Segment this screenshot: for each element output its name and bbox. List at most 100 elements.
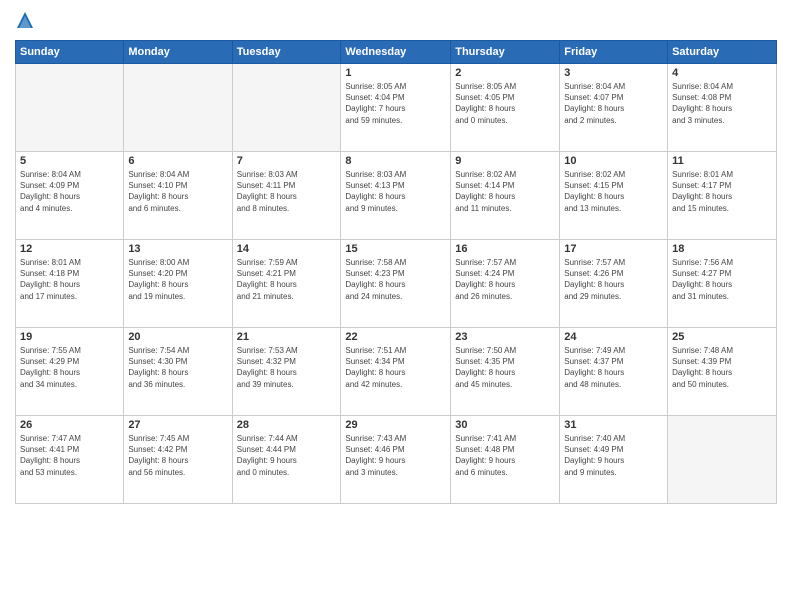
- day-info: Sunrise: 7:40 AMSunset: 4:49 PMDaylight:…: [564, 433, 663, 478]
- day-number: 27: [128, 419, 227, 431]
- day-number: 1: [345, 67, 446, 79]
- day-number: 18: [672, 243, 772, 255]
- weekday-header-saturday: Saturday: [668, 41, 777, 64]
- day-number: 7: [237, 155, 337, 167]
- day-cell: 1 Sunrise: 8:05 AMSunset: 4:04 PMDaylight…: [341, 64, 451, 152]
- day-number: 20: [128, 331, 227, 343]
- day-number: 17: [564, 243, 663, 255]
- day-cell: 25 Sunrise: 7:48 AMSunset: 4:39 PMDayligh…: [668, 328, 777, 416]
- day-info: Sunrise: 8:05 AMSunset: 4:05 PMDaylight:…: [455, 81, 555, 126]
- page: SundayMondayTuesdayWednesdayThursdayFrid…: [0, 0, 792, 612]
- day-info: Sunrise: 8:03 AMSunset: 4:11 PMDaylight:…: [237, 169, 337, 214]
- day-cell: 6 Sunrise: 8:04 AMSunset: 4:10 PMDaylight…: [124, 152, 232, 240]
- weekday-header-friday: Friday: [560, 41, 668, 64]
- day-number: 12: [20, 243, 119, 255]
- day-cell: 30 Sunrise: 7:41 AMSunset: 4:48 PMDayligh…: [451, 416, 560, 504]
- logo-icon: [15, 10, 35, 32]
- day-number: 21: [237, 331, 337, 343]
- day-number: 14: [237, 243, 337, 255]
- day-number: 22: [345, 331, 446, 343]
- day-info: Sunrise: 7:51 AMSunset: 4:34 PMDaylight:…: [345, 345, 446, 390]
- day-cell: 13 Sunrise: 8:00 AMSunset: 4:20 PMDayligh…: [124, 240, 232, 328]
- day-info: Sunrise: 7:56 AMSunset: 4:27 PMDaylight:…: [672, 257, 772, 302]
- day-info: Sunrise: 7:41 AMSunset: 4:48 PMDaylight:…: [455, 433, 555, 478]
- day-cell: 29 Sunrise: 7:43 AMSunset: 4:46 PMDayligh…: [341, 416, 451, 504]
- day-number: 16: [455, 243, 555, 255]
- day-cell: 3Sunrise: 8:04 AMSunset: 4:07 PMDaylight…: [560, 64, 668, 152]
- day-info: Sunrise: 7:43 AMSunset: 4:46 PMDaylight:…: [345, 433, 446, 478]
- day-info: Sunrise: 8:04 AMSunset: 4:10 PMDaylight:…: [128, 169, 227, 214]
- day-info: Sunrise: 7:54 AMSunset: 4:30 PMDaylight:…: [128, 345, 227, 390]
- day-info: Sunrise: 7:53 AMSunset: 4:32 PMDaylight:…: [237, 345, 337, 390]
- day-number: 24: [564, 331, 663, 343]
- day-info: Sunrise: 7:48 AMSunset: 4:39 PMDaylight:…: [672, 345, 772, 390]
- day-cell: [124, 64, 232, 152]
- day-info: Sunrise: 8:04 AMSunset: 4:08 PMDaylight:…: [672, 81, 772, 126]
- day-cell: 5Sunrise: 8:04 AMSunset: 4:09 PMDaylight…: [16, 152, 124, 240]
- day-cell: [232, 64, 341, 152]
- day-number: 28: [237, 419, 337, 431]
- day-number: 2: [455, 67, 555, 79]
- day-info: Sunrise: 8:04 AMSunset: 4:09 PMDaylight:…: [20, 169, 119, 214]
- day-info: Sunrise: 7:49 AMSunset: 4:37 PMDaylight:…: [564, 345, 663, 390]
- week-row-2: 5Sunrise: 8:04 AMSunset: 4:09 PMDaylight…: [16, 152, 777, 240]
- day-info: Sunrise: 8:01 AMSunset: 4:18 PMDaylight:…: [20, 257, 119, 302]
- weekday-header-thursday: Thursday: [451, 41, 560, 64]
- week-row-3: 12 Sunrise: 8:01 AMSunset: 4:18 PMDayligh…: [16, 240, 777, 328]
- day-cell: 22 Sunrise: 7:51 AMSunset: 4:34 PMDayligh…: [341, 328, 451, 416]
- day-info: Sunrise: 8:02 AMSunset: 4:14 PMDaylight:…: [455, 169, 555, 214]
- day-number: 25: [672, 331, 772, 343]
- day-number: 4: [672, 67, 772, 79]
- day-cell: 15 Sunrise: 7:58 AMSunset: 4:23 PMDayligh…: [341, 240, 451, 328]
- day-cell: 4 Sunrise: 8:04 AMSunset: 4:08 PMDaylight…: [668, 64, 777, 152]
- day-cell: 16 Sunrise: 7:57 AMSunset: 4:24 PMDayligh…: [451, 240, 560, 328]
- day-number: 23: [455, 331, 555, 343]
- day-cell: 21 Sunrise: 7:53 AMSunset: 4:32 PMDayligh…: [232, 328, 341, 416]
- weekday-header-row: SundayMondayTuesdayWednesdayThursdayFrid…: [16, 41, 777, 64]
- week-row-1: 1 Sunrise: 8:05 AMSunset: 4:04 PMDaylight…: [16, 64, 777, 152]
- day-cell: [16, 64, 124, 152]
- day-cell: 18 Sunrise: 7:56 AMSunset: 4:27 PMDayligh…: [668, 240, 777, 328]
- day-cell: 27 Sunrise: 7:45 AMSunset: 4:42 PMDayligh…: [124, 416, 232, 504]
- calendar: SundayMondayTuesdayWednesdayThursdayFrid…: [15, 40, 777, 504]
- day-number: 10: [564, 155, 663, 167]
- day-number: 30: [455, 419, 555, 431]
- day-info: Sunrise: 8:03 AMSunset: 4:13 PMDaylight:…: [345, 169, 446, 214]
- day-info: Sunrise: 7:57 AMSunset: 4:24 PMDaylight:…: [455, 257, 555, 302]
- day-number: 11: [672, 155, 772, 167]
- day-number: 29: [345, 419, 446, 431]
- day-number: 9: [455, 155, 555, 167]
- day-number: 13: [128, 243, 227, 255]
- day-cell: 2 Sunrise: 8:05 AMSunset: 4:05 PMDaylight…: [451, 64, 560, 152]
- day-cell: 11Sunrise: 8:01 AMSunset: 4:17 PMDayligh…: [668, 152, 777, 240]
- week-row-4: 19 Sunrise: 7:55 AMSunset: 4:29 PMDayligh…: [16, 328, 777, 416]
- day-cell: 12 Sunrise: 8:01 AMSunset: 4:18 PMDayligh…: [16, 240, 124, 328]
- day-cell: 10Sunrise: 8:02 AMSunset: 4:15 PMDayligh…: [560, 152, 668, 240]
- day-number: 26: [20, 419, 119, 431]
- day-cell: 20 Sunrise: 7:54 AMSunset: 4:30 PMDayligh…: [124, 328, 232, 416]
- day-info: Sunrise: 7:58 AMSunset: 4:23 PMDaylight:…: [345, 257, 446, 302]
- day-number: 31: [564, 419, 663, 431]
- day-cell: 19 Sunrise: 7:55 AMSunset: 4:29 PMDayligh…: [16, 328, 124, 416]
- day-cell: [668, 416, 777, 504]
- day-cell: 23 Sunrise: 7:50 AMSunset: 4:35 PMDayligh…: [451, 328, 560, 416]
- day-number: 19: [20, 331, 119, 343]
- day-info: Sunrise: 7:50 AMSunset: 4:35 PMDaylight:…: [455, 345, 555, 390]
- day-info: Sunrise: 7:45 AMSunset: 4:42 PMDaylight:…: [128, 433, 227, 478]
- weekday-header-sunday: Sunday: [16, 41, 124, 64]
- day-number: 15: [345, 243, 446, 255]
- day-info: Sunrise: 7:55 AMSunset: 4:29 PMDaylight:…: [20, 345, 119, 390]
- week-row-5: 26Sunrise: 7:47 AMSunset: 4:41 PMDayligh…: [16, 416, 777, 504]
- day-cell: 14Sunrise: 7:59 AMSunset: 4:21 PMDayligh…: [232, 240, 341, 328]
- day-cell: 17Sunrise: 7:57 AMSunset: 4:26 PMDayligh…: [560, 240, 668, 328]
- logo: [15, 10, 39, 32]
- day-cell: 28 Sunrise: 7:44 AMSunset: 4:44 PMDayligh…: [232, 416, 341, 504]
- day-info: Sunrise: 8:00 AMSunset: 4:20 PMDaylight:…: [128, 257, 227, 302]
- day-cell: 8Sunrise: 8:03 AMSunset: 4:13 PMDaylight…: [341, 152, 451, 240]
- weekday-header-wednesday: Wednesday: [341, 41, 451, 64]
- weekday-header-tuesday: Tuesday: [232, 41, 341, 64]
- day-number: 6: [128, 155, 227, 167]
- day-info: Sunrise: 8:05 AMSunset: 4:04 PMDaylight:…: [345, 81, 446, 126]
- day-cell: 26Sunrise: 7:47 AMSunset: 4:41 PMDayligh…: [16, 416, 124, 504]
- day-info: Sunrise: 7:44 AMSunset: 4:44 PMDaylight:…: [237, 433, 337, 478]
